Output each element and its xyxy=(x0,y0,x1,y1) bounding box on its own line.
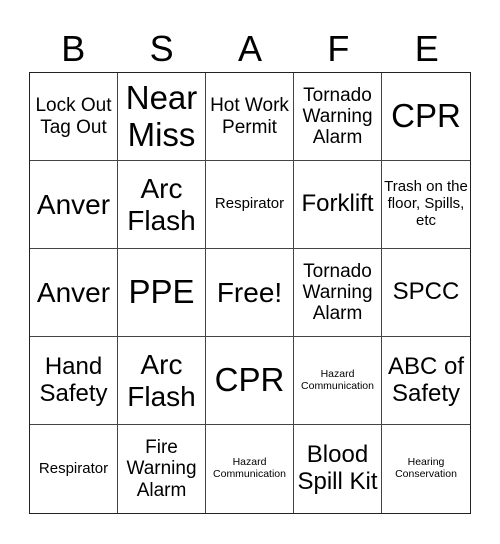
bingo-cell-label: Hot Work Permit xyxy=(210,95,289,138)
bingo-cell-label: ABC of Safety xyxy=(387,352,465,407)
bingo-cell-label: CPR xyxy=(391,97,461,135)
bingo-cell-label: Tornado Warning Alarm xyxy=(302,84,373,149)
bingo-cell[interactable]: Hot Work Permit xyxy=(206,73,294,161)
bingo-cell-label: Arc Flash xyxy=(127,349,196,412)
bingo-cell[interactable]: Respirator xyxy=(206,161,294,249)
bingo-cell[interactable]: Tornado Warning Alarm xyxy=(294,73,382,161)
bingo-cell-label: Tornado Warning Alarm xyxy=(302,260,373,325)
bingo-cell-label: Near Miss xyxy=(125,78,198,153)
bingo-cell-label: CPR xyxy=(214,361,285,399)
bingo-cell-label: Anver xyxy=(36,276,111,308)
bingo-cell-label: Hearing Conservation xyxy=(395,456,457,480)
bingo-cell-label: Lock Out Tag Out xyxy=(35,95,112,138)
bingo-cell-label: Hand Safety xyxy=(39,352,108,407)
bingo-cell[interactable]: PPE xyxy=(118,249,206,337)
bingo-cell-label: Hazard Communication xyxy=(301,367,374,392)
bingo-cell[interactable]: Hand Safety xyxy=(30,337,118,425)
bingo-cell[interactable]: Hazard Communication xyxy=(294,337,382,425)
header-letter-a: A xyxy=(237,28,262,69)
bingo-cell-label: Blood Spill Kit xyxy=(297,441,378,495)
bingo-cell-label: Trash on the floor, Spills, etc xyxy=(384,178,468,229)
header-letter-e: E xyxy=(414,28,439,69)
bingo-cell[interactable]: CPR xyxy=(382,73,470,161)
bingo-cell[interactable]: Lock Out Tag Out xyxy=(30,73,118,161)
bingo-cell[interactable]: CPR xyxy=(206,337,294,425)
bingo-cell[interactable]: Hearing Conservation xyxy=(382,425,470,513)
bingo-cell[interactable]: Anver xyxy=(30,161,118,249)
bingo-cell[interactable]: Trash on the floor, Spills, etc xyxy=(382,161,470,249)
bingo-cell-label: Forklift xyxy=(301,190,374,218)
bingo-cell-label: Respirator xyxy=(38,459,109,477)
header-letter-s: S xyxy=(149,28,174,69)
bingo-cell[interactable]: Forklift xyxy=(294,161,382,249)
bingo-cell[interactable]: Tornado Warning Alarm xyxy=(294,249,382,337)
bingo-header: B S A F E xyxy=(29,26,471,72)
bingo-cell-free[interactable]: Free! xyxy=(206,249,294,337)
bingo-cell[interactable]: Hazard Communication xyxy=(206,425,294,513)
bingo-cell[interactable]: Fire Warning Alarm xyxy=(118,425,206,513)
bingo-cell[interactable]: Arc Flash xyxy=(118,161,206,249)
bingo-cell-label: PPE xyxy=(128,273,195,311)
bingo-cell-label: Free! xyxy=(216,276,283,308)
bingo-cell[interactable]: Arc Flash xyxy=(118,337,206,425)
bingo-cell-label: Arc Flash xyxy=(127,173,196,236)
bingo-cell-label: SPCC xyxy=(392,278,460,306)
bingo-cell-label: Hazard Communication xyxy=(213,456,286,480)
header-letter-b: B xyxy=(61,28,86,69)
bingo-cell-label: Anver xyxy=(36,188,111,220)
bingo-cell-label: Fire Warning Alarm xyxy=(126,437,197,501)
bingo-cell-label: Respirator xyxy=(214,195,285,213)
bingo-cell[interactable]: Near Miss xyxy=(118,73,206,161)
bingo-cell[interactable]: Anver xyxy=(30,249,118,337)
header-letter-f: F xyxy=(327,28,350,69)
bingo-board: Lock Out Tag Out Near Miss Hot Work Permit… xyxy=(29,72,471,514)
bingo-cell[interactable]: ABC of Safety xyxy=(382,337,470,425)
bingo-cell[interactable]: Respirator xyxy=(30,425,118,513)
bingo-cell[interactable]: SPCC xyxy=(382,249,470,337)
bingo-cell[interactable]: Blood Spill Kit xyxy=(294,425,382,513)
